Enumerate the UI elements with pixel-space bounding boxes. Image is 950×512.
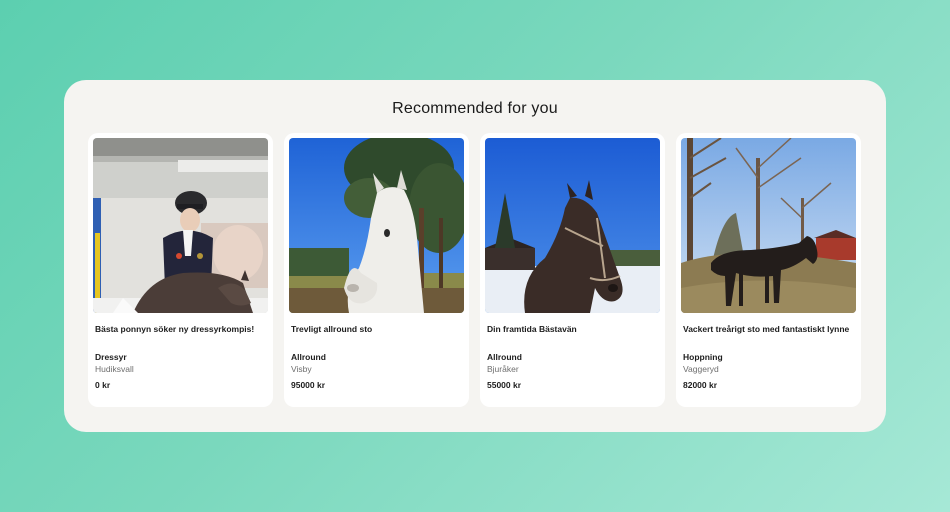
listing-location: Visby [291, 364, 312, 374]
listing-price: 82000 kr [683, 380, 718, 390]
listing-price: 55000 kr [487, 380, 522, 390]
listing-card[interactable]: Trevligt allround sto Allround Visby 950… [284, 133, 469, 407]
listing-location: Hudiksvall [95, 364, 134, 374]
listing-cards: Bästa ponnyn söker ny dressyrkompis! Dre… [88, 133, 861, 407]
listing-category: Dressyr [95, 352, 127, 362]
listing-title[interactable]: Trevligt allround sto [291, 323, 461, 335]
listing-title[interactable]: Din framtida Bästavän [487, 323, 657, 335]
listing-card[interactable]: Bästa ponnyn söker ny dressyrkompis! Dre… [88, 133, 273, 407]
listing-photo[interactable] [681, 138, 856, 313]
listing-category: Hoppning [683, 352, 723, 362]
listing-title[interactable]: Vackert treårigt sto med fantastiskt lyn… [683, 323, 853, 335]
listing-location: Bjuråker [487, 364, 519, 374]
recommendations-panel: Recommended for you Bästa ponnyn söker n… [64, 80, 886, 432]
listing-title[interactable]: Bästa ponnyn söker ny dressyrkompis! [95, 323, 265, 335]
section-title: Recommended for you [392, 100, 558, 117]
listing-card[interactable]: Din framtida Bästavän Allround Bjuråker … [480, 133, 665, 407]
listing-category: Allround [487, 352, 522, 362]
listing-card[interactable]: Vackert treårigt sto med fantastiskt lyn… [676, 133, 861, 407]
listing-photo[interactable] [289, 138, 464, 313]
listing-photo[interactable] [93, 138, 268, 313]
listing-price: 95000 kr [291, 380, 326, 390]
listing-photo[interactable] [485, 138, 660, 313]
listing-price: 0 kr [95, 380, 111, 390]
listing-location: Vaggeryd [683, 364, 719, 374]
listing-category: Allround [291, 352, 326, 362]
